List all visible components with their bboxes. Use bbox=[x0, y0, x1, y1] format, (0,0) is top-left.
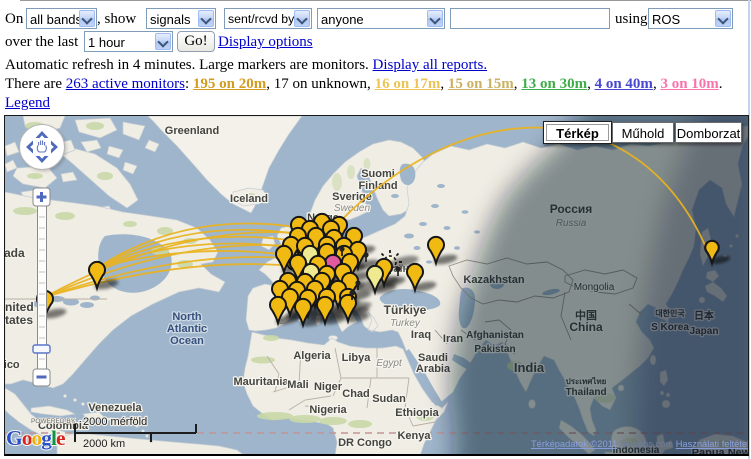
svg-text:Venezuela: Venezuela bbox=[88, 402, 142, 414]
svg-text:Mali: Mali bbox=[287, 379, 308, 391]
svg-text:Google: Google bbox=[6, 426, 66, 450]
svg-text:Térképadatok ©2011 Mapabc.com: Térképadatok ©2011 Mapabc.com Használati… bbox=[531, 439, 748, 449]
svg-text:Chad: Chad bbox=[342, 388, 370, 400]
svg-text:Mexico: Mexico bbox=[5, 359, 20, 371]
svg-text:Sudan: Sudan bbox=[372, 393, 406, 405]
svg-text:2000 mérföld: 2000 mérföld bbox=[83, 416, 147, 428]
svg-text:Libya: Libya bbox=[342, 352, 372, 364]
svg-text:Kenya: Kenya bbox=[397, 430, 431, 442]
svg-text:Ethiopia: Ethiopia bbox=[395, 407, 439, 419]
svg-text:Arabia: Arabia bbox=[416, 363, 451, 375]
svg-text:2000 km: 2000 km bbox=[83, 438, 125, 450]
svg-text:Mauritania: Mauritania bbox=[233, 376, 289, 388]
svg-text:Egypt: Egypt bbox=[376, 358, 403, 369]
svg-text:Türkiye: Türkiye bbox=[384, 303, 427, 317]
svg-text:Nigeria: Nigeria bbox=[309, 404, 347, 416]
svg-text:Ocean: Ocean bbox=[170, 335, 204, 347]
svg-text:North: North bbox=[172, 311, 202, 323]
svg-text:Greenland: Greenland bbox=[165, 125, 219, 137]
svg-text:Iceland: Iceland bbox=[230, 193, 268, 205]
svg-text:Atlantic: Atlantic bbox=[167, 323, 207, 335]
svg-text:DR Congo: DR Congo bbox=[338, 437, 392, 449]
svg-text:Niger: Niger bbox=[314, 381, 343, 393]
svg-text:Canada: Canada bbox=[5, 246, 25, 260]
svg-text:United: United bbox=[5, 300, 34, 314]
svg-text:States: States bbox=[5, 313, 33, 327]
svg-text:Iraq: Iraq bbox=[411, 329, 431, 341]
svg-text:Algeria: Algeria bbox=[293, 350, 331, 362]
svg-text:Turkey: Turkey bbox=[390, 318, 421, 329]
svg-text:POWERED BY: POWERED BY bbox=[31, 418, 76, 425]
